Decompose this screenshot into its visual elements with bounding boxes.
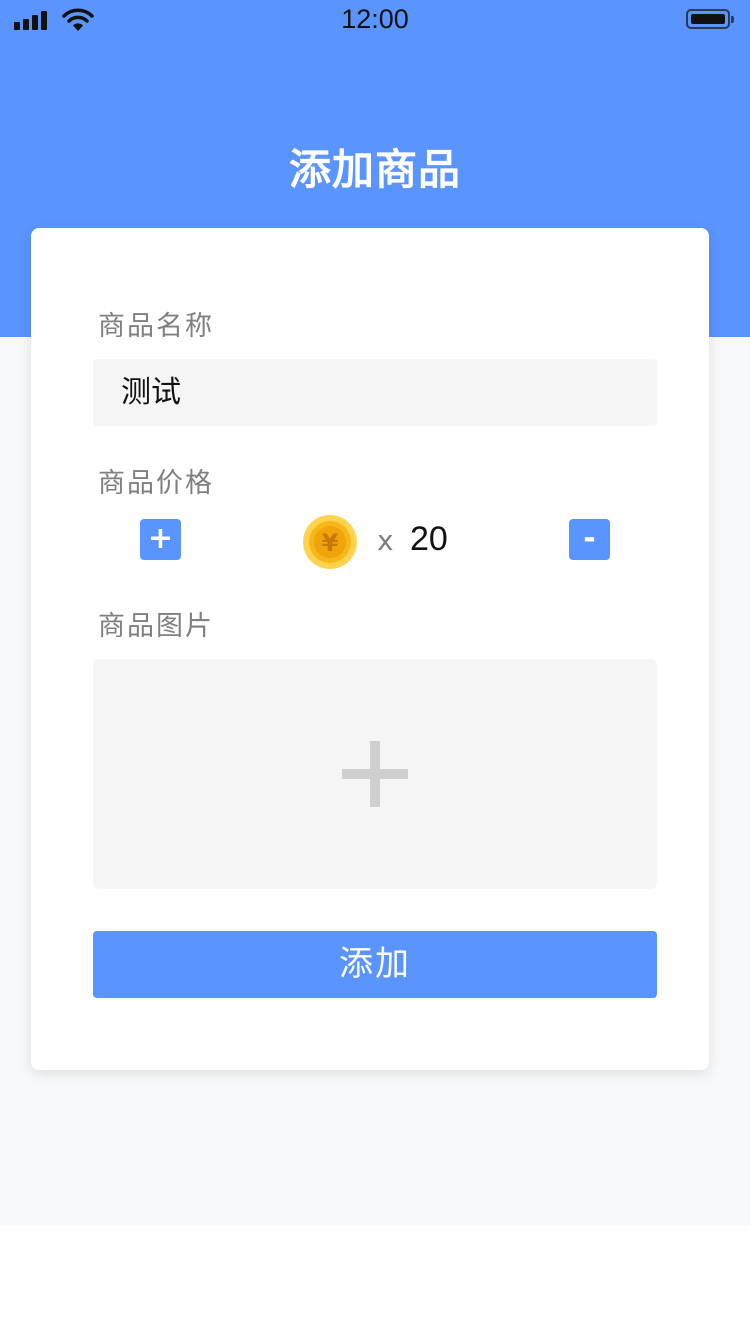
product-name-input[interactable]: 测试 <box>93 359 657 426</box>
page-title: 添加商品 <box>288 145 461 194</box>
coin-icon: ¥ <box>303 515 357 569</box>
product-price-label: 商品价格 <box>98 468 214 499</box>
add-product-form: 商品名称 测试 商品价格 + ¥ x 20 - 商品图片 添加 <box>31 228 709 1070</box>
status-bar: 12:00 <box>0 0 750 40</box>
price-value: 20 <box>410 520 448 558</box>
product-image-label: 商品图片 <box>98 611 214 642</box>
increment-price-button[interactable]: + <box>140 519 181 560</box>
image-upload-area[interactable] <box>93 659 657 889</box>
add-button[interactable]: 添加 <box>93 931 657 998</box>
times-symbol: x <box>377 524 394 557</box>
product-name-label: 商品名称 <box>98 311 214 342</box>
plus-icon-vertical <box>370 741 380 807</box>
decrement-price-button[interactable]: - <box>569 519 610 560</box>
battery-icon <box>686 9 734 29</box>
coin-symbol: ¥ <box>322 529 339 557</box>
status-time: 12:00 <box>341 4 409 34</box>
